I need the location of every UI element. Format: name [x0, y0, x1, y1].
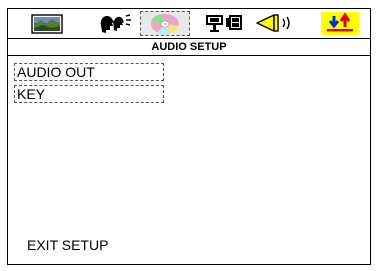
- exit-setup-option[interactable]: EXIT SETUP: [27, 237, 108, 253]
- audio-setup-menu: AUDIO OUT KEY: [14, 63, 164, 107]
- speaker-box-icon[interactable]: [204, 12, 244, 35]
- tab-audio-selected[interactable]: [140, 11, 190, 36]
- sound-icon[interactable]: [254, 12, 298, 35]
- language-icon[interactable]: [96, 12, 136, 35]
- setup-window: AUDIO SETUP: [7, 8, 371, 265]
- setup-tab-bar: [8, 9, 370, 39]
- tab-key[interactable]: [321, 12, 359, 35]
- picture-icon[interactable]: [31, 12, 63, 35]
- page-title: AUDIO SETUP: [8, 39, 370, 56]
- key-arrows-icon: [327, 13, 353, 32]
- menu-item-audio-out[interactable]: AUDIO OUT: [14, 63, 164, 81]
- menu-item-key[interactable]: KEY: [14, 85, 164, 103]
- disc-icon: [151, 14, 179, 35]
